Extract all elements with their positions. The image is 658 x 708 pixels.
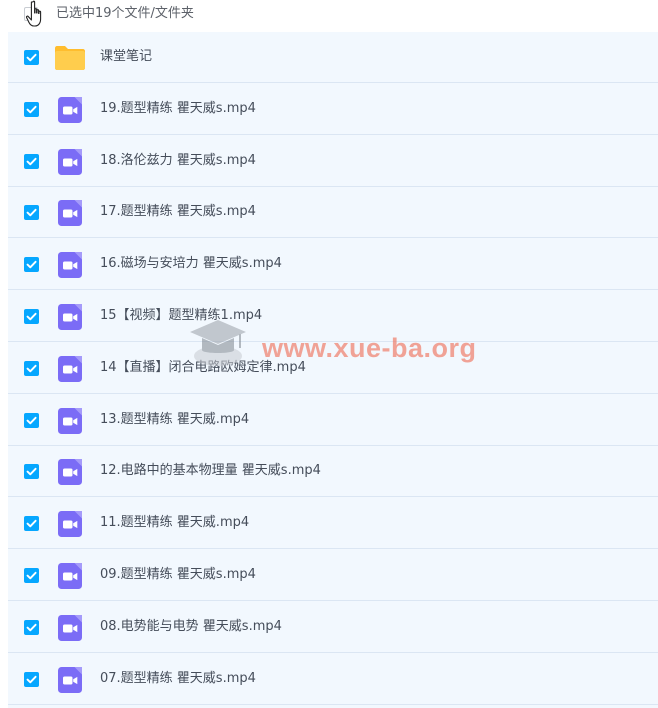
watermark-text: www.xue-ba.org xyxy=(262,333,477,363)
row-checkbox[interactable] xyxy=(24,153,39,169)
file-name[interactable]: 17.题型精练 瞿天威s.mp4 xyxy=(100,204,256,220)
file-name[interactable]: 08.电势能与电势 瞿天威s.mp4 xyxy=(100,619,282,635)
row-checkbox[interactable] xyxy=(24,309,39,324)
file-name[interactable]: 13.题型精练 瞿天威.mp4 xyxy=(100,412,249,428)
file-list: 课堂笔记 19.题型精练 瞿天威s.mp4 18.洛伦兹力 瞿天威s.mp4 17.题… xyxy=(8,32,658,708)
video-file-icon xyxy=(58,96,82,123)
file-row[interactable]: 17.题型精练 瞿天威s.mp4 xyxy=(8,187,658,239)
file-name[interactable]: 11.题型精练 瞿天威.mp4 xyxy=(100,515,249,531)
video-file-icon xyxy=(58,666,82,693)
file-name[interactable]: 课堂笔记 xyxy=(100,49,152,65)
file-name[interactable]: 19.题型精练 瞿天威s.mp4 xyxy=(100,101,256,117)
file-row[interactable]: 13.题型精练 瞿天威.mp4 xyxy=(8,394,658,446)
row-checkbox[interactable] xyxy=(24,101,39,117)
video-file-icon xyxy=(58,355,82,382)
row-checkbox[interactable] xyxy=(24,619,39,635)
file-name[interactable]: 18.洛伦兹力 瞿天威s.mp4 xyxy=(100,153,256,169)
hand-cursor-icon xyxy=(25,0,42,27)
row-checkbox[interactable] xyxy=(24,464,39,480)
video-file-icon xyxy=(58,614,82,641)
row-checkbox[interactable] xyxy=(24,412,39,428)
file-name[interactable]: 16.磁场与安培力 瞿天威s.mp4 xyxy=(100,256,282,272)
file-row[interactable]: 12.电路中的基本物理量 瞿天威s.mp4 xyxy=(8,446,658,498)
row-checkbox[interactable] xyxy=(24,50,39,65)
file-name[interactable]: 12.电路中的基本物理量 瞿天威s.mp4 xyxy=(100,463,321,479)
row-checkbox[interactable] xyxy=(24,568,39,583)
folder-row[interactable]: 课堂笔记 xyxy=(8,32,658,83)
video-file-icon xyxy=(58,511,82,538)
video-file-icon xyxy=(58,407,82,434)
video-file-icon xyxy=(58,252,82,279)
file-name[interactable]: 09.题型精练 瞿天威s.mp4 xyxy=(100,567,256,583)
row-checkbox[interactable] xyxy=(24,205,39,221)
folder-icon xyxy=(55,46,85,70)
file-list-page: 已选中19个文件/文件夹 课堂笔记 19.题型精练 瞿天威s.mp4 18.洛伦兹力… xyxy=(0,0,658,708)
file-row[interactable]: 11.题型精练 瞿天威.mp4 xyxy=(8,498,658,550)
selection-header: 已选中19个文件/文件夹 xyxy=(0,0,658,32)
row-checkbox[interactable] xyxy=(24,671,39,687)
row-checkbox[interactable] xyxy=(24,257,39,273)
file-name[interactable]: 07.题型精练 瞿天威s.mp4 xyxy=(100,671,256,687)
graduation-cap-watermark-icon xyxy=(190,320,246,366)
row-checkbox[interactable] xyxy=(24,516,39,532)
video-file-icon xyxy=(58,148,82,175)
file-row[interactable]: 18.洛伦兹力 瞿天威s.mp4 xyxy=(8,135,658,187)
selection-count-text: 已选中19个文件/文件夹 xyxy=(56,6,194,21)
video-file-icon xyxy=(58,563,82,589)
video-file-icon xyxy=(58,304,82,330)
file-row[interactable]: 07.题型精练 瞿天威s.mp4 xyxy=(8,653,658,705)
file-row[interactable]: 09.题型精练 瞿天威s.mp4 xyxy=(8,550,658,601)
video-file-icon xyxy=(58,459,82,486)
file-row[interactable]: 08.电势能与电势 瞿天威s.mp4 xyxy=(8,601,658,653)
video-file-icon xyxy=(58,200,82,227)
file-row[interactable]: 19.题型精练 瞿天威s.mp4 xyxy=(8,83,658,135)
file-row[interactable]: 16.磁场与安培力 瞿天威s.mp4 xyxy=(8,239,658,291)
row-checkbox[interactable] xyxy=(24,360,39,376)
